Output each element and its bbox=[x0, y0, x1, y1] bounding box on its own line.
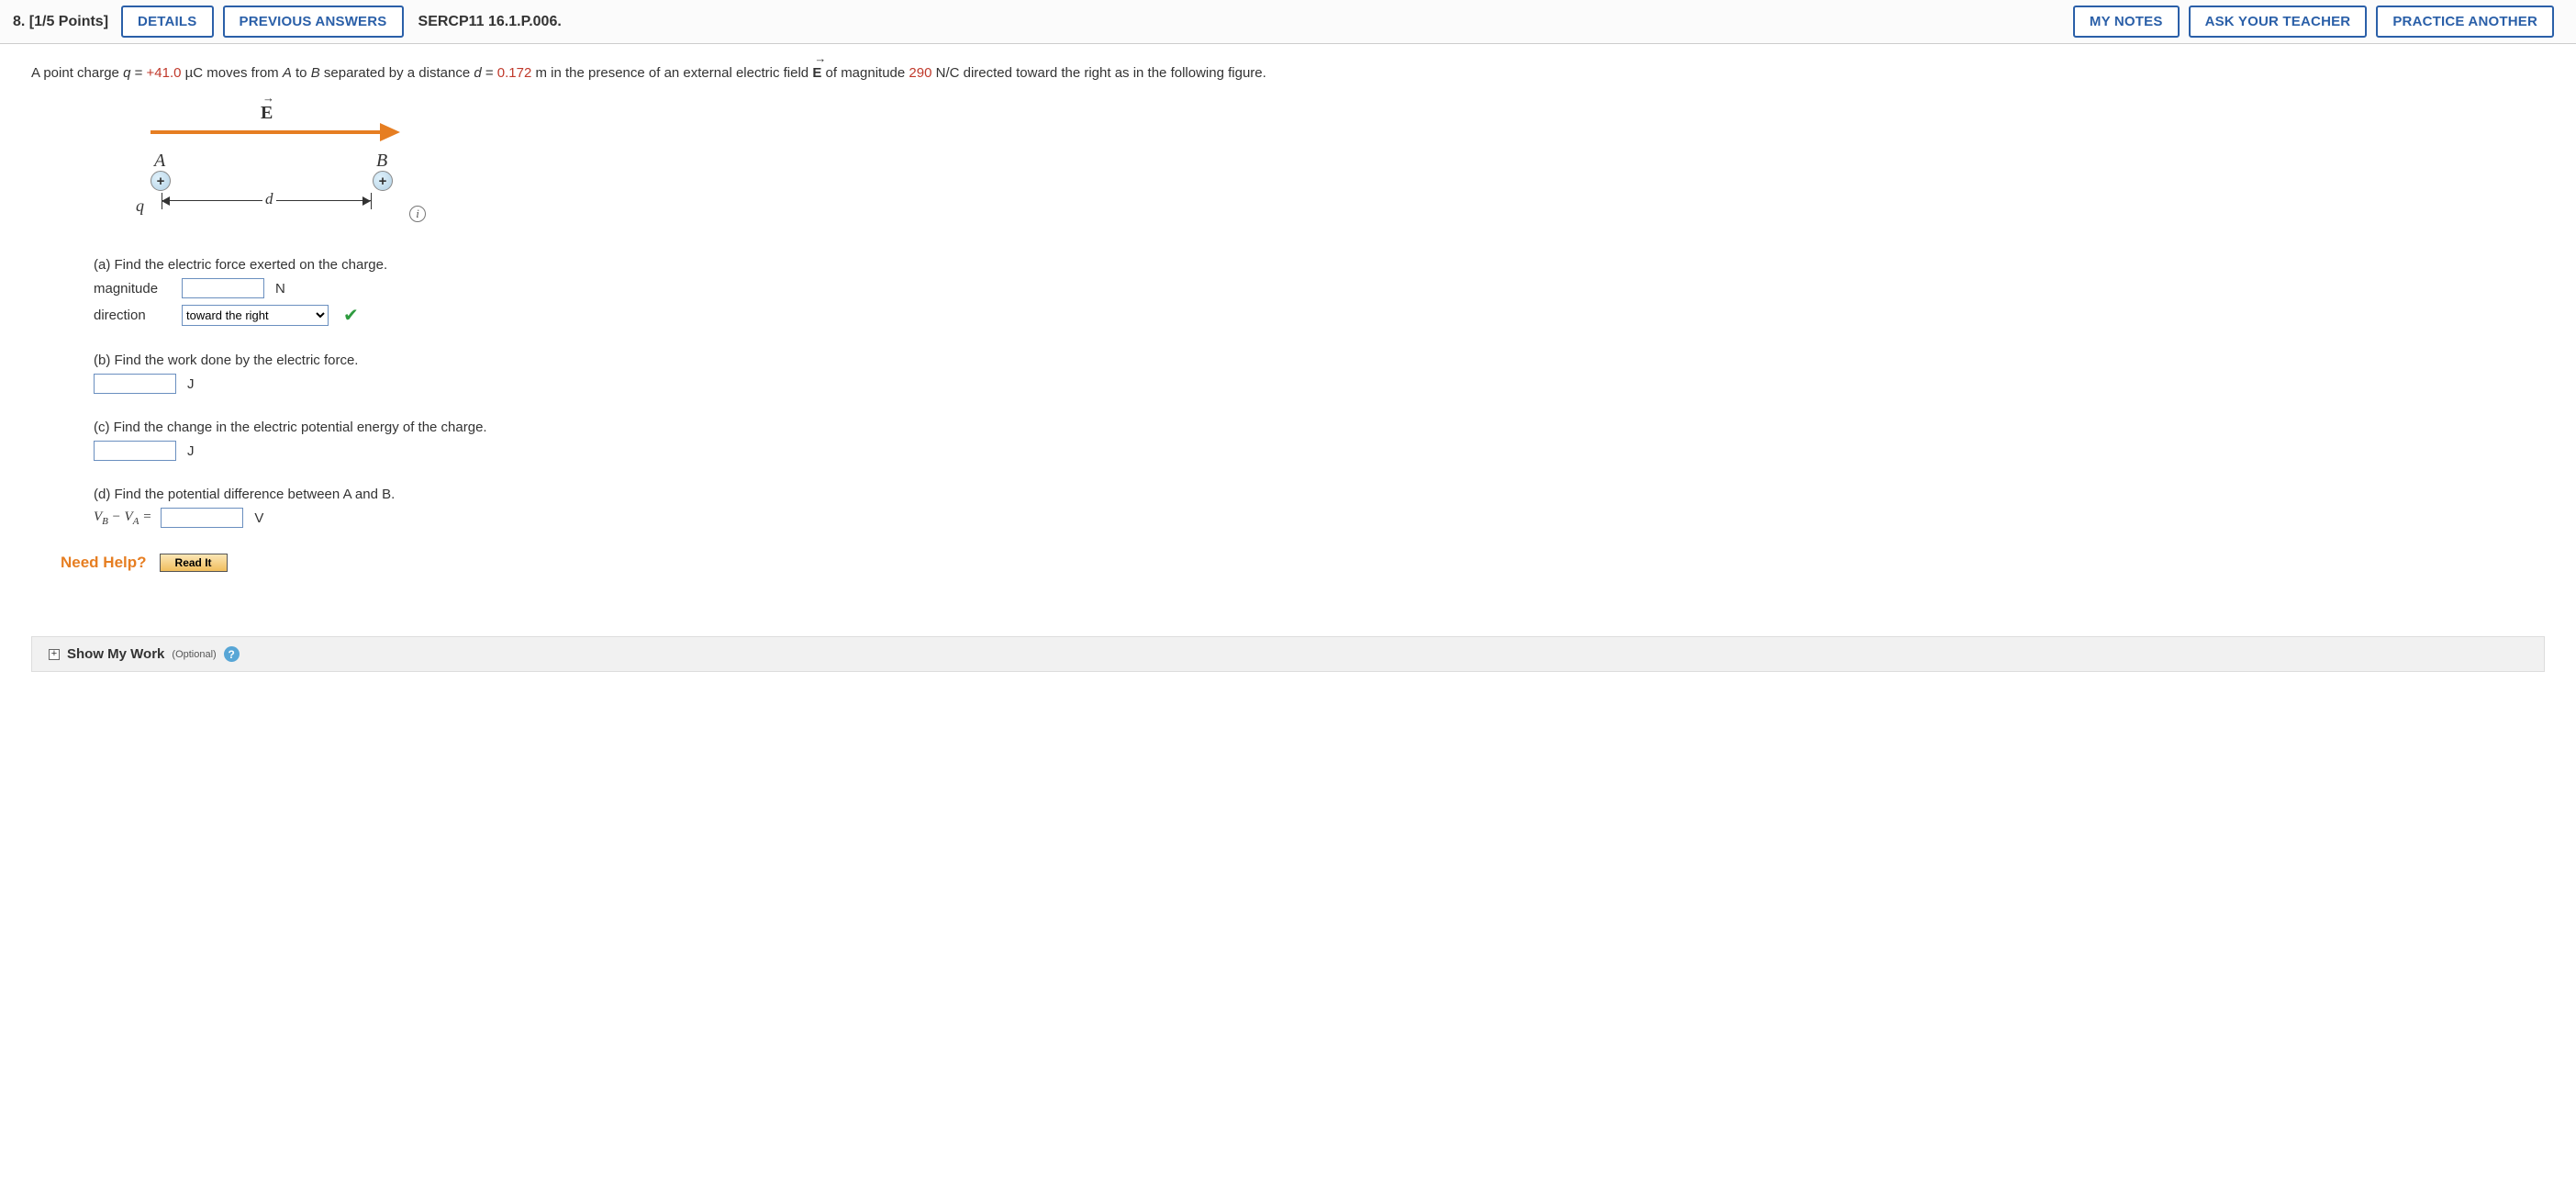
symbol-b: B bbox=[311, 65, 320, 81]
text: V bbox=[125, 510, 133, 524]
part-c: (c) Find the change in the electric pote… bbox=[94, 420, 2545, 461]
e-arrow-icon bbox=[151, 130, 380, 134]
figure-label-q: q bbox=[136, 196, 144, 216]
dim-arrow-icon bbox=[362, 196, 371, 206]
potential-diff-input[interactable] bbox=[161, 508, 243, 528]
pe-change-input[interactable] bbox=[94, 441, 176, 461]
vb-minus-va-label: VB − VA = bbox=[94, 510, 151, 527]
my-notes-button[interactable]: MY NOTES bbox=[2073, 6, 2180, 38]
text: = bbox=[139, 510, 151, 524]
question-parts: (a) Find the electric force exerted on t… bbox=[94, 257, 2545, 528]
need-help-label: Need Help? bbox=[61, 554, 147, 572]
text: N/C directed toward the right as in the … bbox=[931, 65, 1266, 81]
part-b-prompt: (b) Find the work done by the electric f… bbox=[94, 353, 2545, 368]
text: and bbox=[351, 487, 382, 502]
correct-check-icon: ✔ bbox=[343, 304, 359, 327]
problem-statement: A point charge q = +41.0 µC moves from A… bbox=[31, 62, 2545, 84]
symbol-a: A bbox=[343, 487, 351, 502]
dim-tick-icon bbox=[371, 193, 372, 209]
point-a-charge-icon: + bbox=[151, 171, 171, 191]
point-b-charge-icon: + bbox=[373, 171, 393, 191]
question-body: A point charge q = +41.0 µC moves from A… bbox=[0, 44, 2576, 709]
direction-select[interactable]: ---Select---toward the righttoward the l… bbox=[182, 305, 329, 326]
text: to bbox=[292, 65, 311, 81]
show-my-work-bar[interactable]: + Show My Work (Optional) ? bbox=[31, 636, 2545, 672]
details-button[interactable]: DETAILS bbox=[121, 6, 213, 38]
practice-another-button[interactable]: PRACTICE ANOTHER bbox=[2376, 6, 2554, 38]
value-field: 290 bbox=[909, 65, 931, 81]
question-number: 8. [1/5 Points] bbox=[13, 14, 108, 30]
assignment-id: SERCP11 16.1.P.006. bbox=[418, 14, 562, 30]
part-b: (b) Find the work done by the electric f… bbox=[94, 353, 2545, 394]
previous-answers-button[interactable]: PREVIOUS ANSWERS bbox=[223, 6, 404, 38]
optional-label: (Optional) bbox=[172, 649, 216, 660]
value-distance: 0.172 bbox=[497, 65, 532, 81]
text: separated by a distance bbox=[320, 65, 474, 81]
dim-arrow-icon bbox=[162, 196, 170, 206]
figure-label-d: d bbox=[262, 190, 276, 208]
ask-teacher-button[interactable]: ASK YOUR TEACHER bbox=[2189, 6, 2368, 38]
magnitude-input[interactable] bbox=[182, 278, 264, 298]
text: V bbox=[94, 510, 102, 524]
magnitude-unit: N bbox=[275, 281, 285, 297]
show-my-work-help-icon[interactable]: ? bbox=[224, 646, 240, 662]
text: m in the presence of an external electri… bbox=[531, 65, 812, 81]
problem-figure: E A B + + q d i bbox=[123, 105, 490, 233]
question-header: 8. [1/5 Points] DETAILS PREVIOUS ANSWERS… bbox=[0, 0, 2576, 44]
text: = bbox=[482, 65, 497, 81]
symbol-b: B bbox=[382, 487, 391, 502]
figure-label-b: B bbox=[376, 151, 387, 172]
text: of magnitude bbox=[821, 65, 909, 81]
potential-unit: V bbox=[254, 510, 263, 526]
part-c-prompt: (c) Find the change in the electric pote… bbox=[94, 420, 2545, 435]
text: = bbox=[130, 65, 146, 81]
read-it-button[interactable]: Read It bbox=[160, 554, 228, 572]
symbol-d: d bbox=[474, 65, 481, 81]
text: µC moves from bbox=[182, 65, 283, 81]
text: (d) Find the potential difference betwee… bbox=[94, 487, 343, 502]
work-unit: J bbox=[187, 376, 195, 392]
part-a-prompt: (a) Find the electric force exerted on t… bbox=[94, 257, 2545, 273]
expand-plus-icon[interactable]: + bbox=[49, 649, 60, 660]
symbol-e-vector: E bbox=[812, 62, 821, 84]
part-d-prompt: (d) Find the potential difference betwee… bbox=[94, 487, 2545, 502]
figure-e-label: E bbox=[261, 103, 273, 124]
work-input[interactable] bbox=[94, 374, 176, 394]
symbol-a: A bbox=[283, 65, 292, 81]
direction-label: direction bbox=[94, 308, 173, 323]
value-charge: +41.0 bbox=[147, 65, 182, 81]
magnitude-label: magnitude bbox=[94, 281, 173, 297]
pe-unit: J bbox=[187, 443, 195, 459]
part-a: (a) Find the electric force exerted on t… bbox=[94, 257, 2545, 327]
text: . bbox=[391, 487, 395, 502]
text: A point charge bbox=[31, 65, 123, 81]
text: − bbox=[108, 510, 125, 524]
part-d: (d) Find the potential difference betwee… bbox=[94, 487, 2545, 528]
show-my-work-label: Show My Work bbox=[67, 646, 164, 662]
text: B bbox=[102, 516, 108, 527]
need-help-row: Need Help? Read It bbox=[61, 554, 2545, 572]
header-actions: MY NOTES ASK YOUR TEACHER PRACTICE ANOTH… bbox=[2073, 6, 2563, 38]
figure-info-icon[interactable]: i bbox=[409, 206, 426, 222]
figure-label-a: A bbox=[154, 151, 165, 172]
e-arrowhead-icon bbox=[380, 123, 400, 141]
